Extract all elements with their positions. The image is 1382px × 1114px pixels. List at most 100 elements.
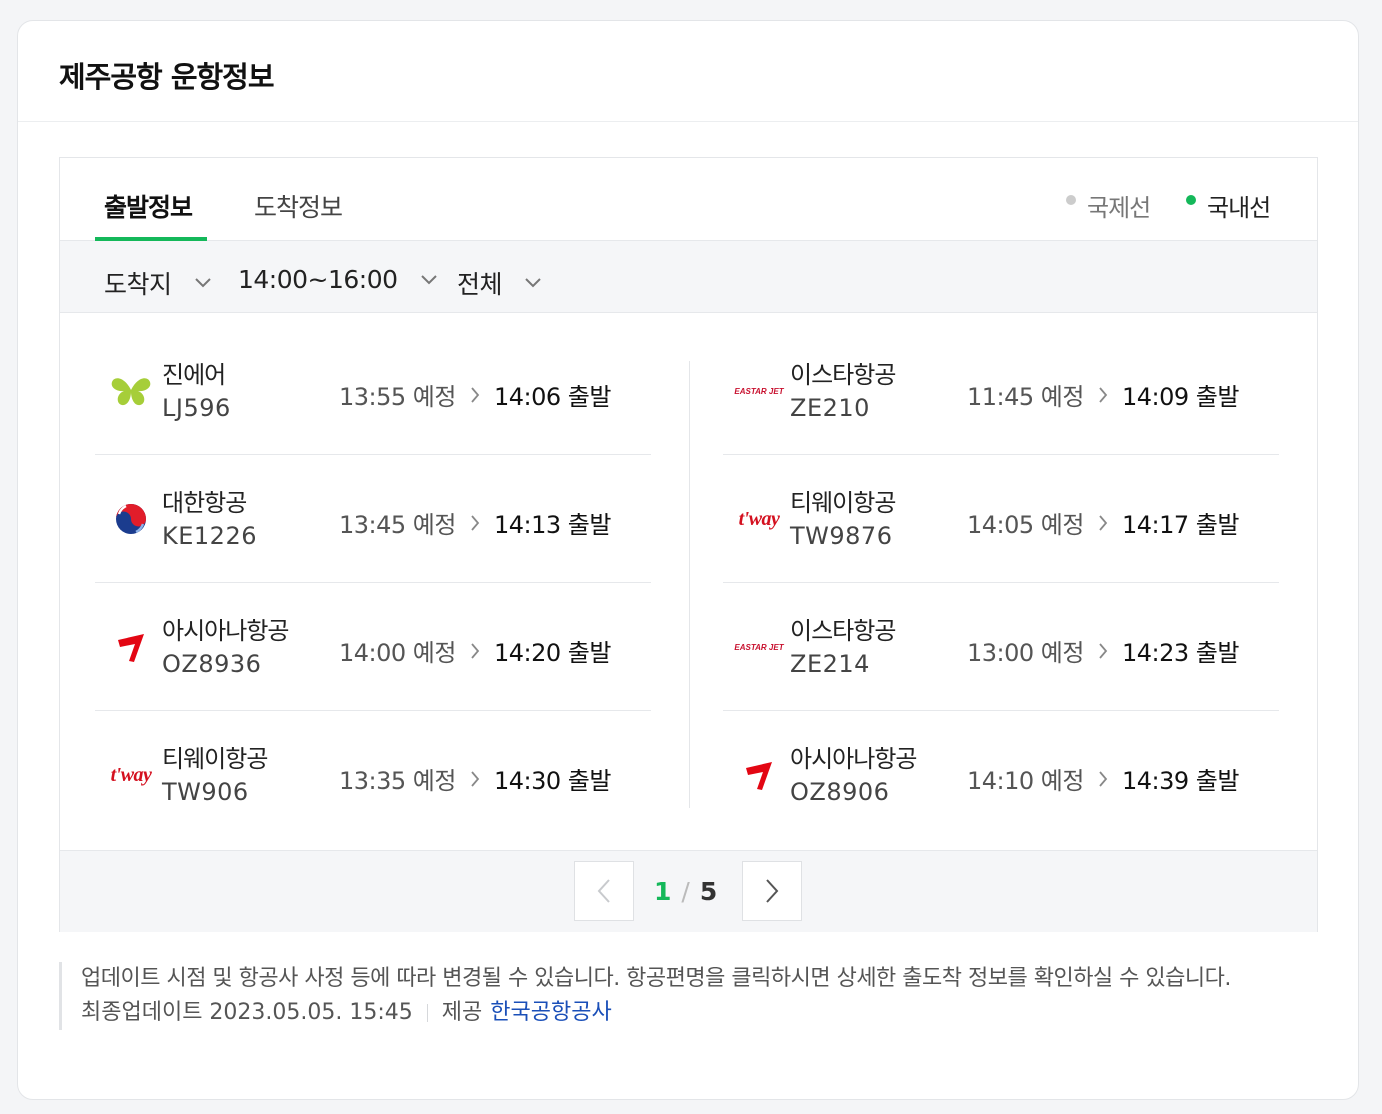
provider-link[interactable]: 한국공항공사 (490, 996, 611, 1030)
flight-times: 13:00 예정 14:23 출발 (967, 633, 1239, 668)
scheduled-time: 14:00 예정 (339, 639, 456, 667)
scheduled-time: 13:00 예정 (967, 639, 1084, 667)
prev-page-button[interactable] (574, 861, 634, 921)
chevron-right-icon (1099, 770, 1108, 787)
next-page-button[interactable] (742, 861, 802, 921)
jinair-butterfly-icon (103, 363, 159, 419)
actual-time: 14:23 출발 (1121, 639, 1239, 667)
chevron-right-icon (471, 386, 480, 403)
flight-times: 13:55 예정 14:06 출발 (339, 377, 611, 412)
total-pages: 5 (699, 877, 718, 906)
legend-dot-domestic (1186, 194, 1196, 205)
tab-arrival[interactable]: 도착정보 (254, 188, 343, 224)
flight-number[interactable]: TW906 (162, 778, 249, 806)
notice-text: 업데이트 시점 및 항공사 사정 등에 따라 변경될 수 있습니다. 항공편명을… (81, 966, 1231, 991)
flight-number[interactable]: KE1226 (162, 522, 257, 550)
filter-bar: 도착지 14:00~16:00 전체 (60, 241, 1317, 313)
title-divider (18, 121, 1358, 122)
flight-times: 13:35 예정 14:30 출발 (339, 761, 611, 796)
chevron-right-icon (471, 514, 480, 531)
flight-number[interactable]: OZ8936 (162, 650, 261, 678)
flight-number[interactable]: TW9876 (790, 522, 892, 550)
scope-filter-label: 전체 (457, 270, 503, 299)
airline-name: 진에어 (162, 361, 226, 389)
tway-logo: t'way (738, 507, 780, 530)
chevron-right-icon (1099, 642, 1108, 659)
flight-times: 14:10 예정 14:39 출발 (967, 761, 1239, 796)
notice-meta: 최종업데이트 2023.05.05. 15:45 제공 한국공항공사 (81, 996, 1324, 1030)
scheduled-time: 13:45 예정 (339, 511, 456, 539)
flight-times: 14:00 예정 14:20 출발 (339, 633, 611, 668)
actual-time: 14:20 출발 (493, 639, 611, 667)
chevron-down-icon (420, 274, 437, 284)
time-range-filter[interactable]: 14:00~16:00 (238, 265, 438, 294)
column-divider (689, 361, 690, 808)
chevron-down-icon (525, 278, 541, 288)
tway-logo: t'way (110, 763, 152, 786)
flight-row[interactable]: 아시아나항공 OZ8936 14:00 예정 14:20 출발 (95, 583, 651, 711)
flight-number[interactable]: ZE210 (790, 394, 870, 422)
tab-bar: 출발정보 도착정보 국제선 국내선 (60, 158, 1317, 241)
flight-list: 진에어 LJ596 13:55 예정 14:06 출발 대한항공 KE1226 … (60, 313, 1317, 850)
provider-label: 제공 (441, 1000, 483, 1025)
time-range-filter-label: 14:00~16:00 (238, 265, 398, 294)
current-page: 1 (654, 877, 672, 906)
actual-time: 14:17 출발 (1121, 511, 1239, 539)
airline-name: 이스타항공 (790, 361, 896, 389)
eastarjet-logo: EASTAR JET (734, 386, 784, 396)
flight-row[interactable]: t'way 티웨이항공 TW9876 14:05 예정 14:17 출발 (723, 455, 1279, 583)
flight-number[interactable]: ZE214 (790, 650, 870, 678)
flight-row[interactable]: t'way 티웨이항공 TW906 13:35 예정 14:30 출발 (95, 711, 651, 839)
flight-times: 11:45 예정 14:09 출발 (967, 377, 1239, 412)
flight-row[interactable]: EASTAR JET 이스타항공 ZE210 11:45 예정 14:09 출발 (723, 327, 1279, 455)
chevron-right-icon (471, 770, 480, 787)
flight-times: 14:05 예정 14:17 출발 (967, 505, 1239, 540)
airline-name: 아시아나항공 (790, 745, 917, 773)
scheduled-time: 13:55 예정 (339, 383, 456, 411)
flight-number[interactable]: OZ8906 (790, 778, 889, 806)
asiana-wing-icon (731, 747, 787, 803)
scope-filter[interactable]: 전체 (457, 265, 542, 301)
page-indicator: 1 / 5 (654, 877, 717, 906)
actual-time: 14:39 출발 (1121, 767, 1239, 795)
scheduled-time: 13:35 예정 (339, 767, 456, 795)
airline-name: 대한항공 (162, 489, 247, 517)
meta-divider (426, 1004, 428, 1022)
legend-international[interactable]: 국제선 (1066, 188, 1151, 223)
pagination: 1 / 5 (60, 850, 1317, 932)
tab-departure[interactable]: 출발정보 (104, 188, 193, 224)
actual-time: 14:06 출발 (493, 383, 611, 411)
scheduled-time: 14:10 예정 (967, 767, 1084, 795)
legend-domestic-label: 국내선 (1207, 194, 1271, 222)
legend-domestic[interactable]: 국내선 (1186, 188, 1271, 223)
chevron-right-icon (1099, 386, 1108, 403)
destination-filter-label: 도착지 (104, 270, 172, 299)
actual-time: 14:30 출발 (493, 767, 611, 795)
chevron-right-icon (1099, 514, 1108, 531)
chevron-left-icon (597, 879, 610, 903)
actual-time: 14:13 출발 (493, 511, 611, 539)
chevron-right-icon (766, 879, 779, 903)
chevron-down-icon (194, 278, 211, 288)
airline-name: 이스타항공 (790, 617, 896, 645)
flight-row[interactable]: 진에어 LJ596 13:55 예정 14:06 출발 (95, 327, 651, 455)
airline-name: 티웨이항공 (790, 489, 896, 517)
koreanair-taegeuk-icon (103, 491, 159, 547)
flight-row[interactable]: EASTAR JET 이스타항공 ZE214 13:00 예정 14:23 출발 (723, 583, 1279, 711)
legend-dot-international (1066, 194, 1076, 205)
flight-info-card: 제주공항 운항정보 출발정보 도착정보 국제선 국내선 도착지 14:00~16… (17, 20, 1359, 1100)
eastarjet-logo: EASTAR JET (734, 642, 784, 652)
scheduled-time: 14:05 예정 (967, 511, 1084, 539)
card-title: 제주공항 운항정보 (59, 60, 275, 94)
airline-name: 아시아나항공 (162, 617, 289, 645)
actual-time: 14:09 출발 (1121, 383, 1239, 411)
scheduled-time: 11:45 예정 (967, 383, 1084, 411)
airline-name: 티웨이항공 (162, 745, 268, 773)
destination-filter[interactable]: 도착지 (104, 265, 212, 301)
page-separator: / (681, 877, 690, 906)
flight-row[interactable]: 아시아나항공 OZ8906 14:10 예정 14:39 출발 (723, 711, 1279, 839)
asiana-wing-icon (103, 619, 159, 675)
flight-row[interactable]: 대한항공 KE1226 13:45 예정 14:13 출발 (95, 455, 651, 583)
last-updated: 최종업데이트 2023.05.05. 15:45 (81, 1000, 413, 1025)
flight-number[interactable]: LJ596 (162, 394, 231, 422)
